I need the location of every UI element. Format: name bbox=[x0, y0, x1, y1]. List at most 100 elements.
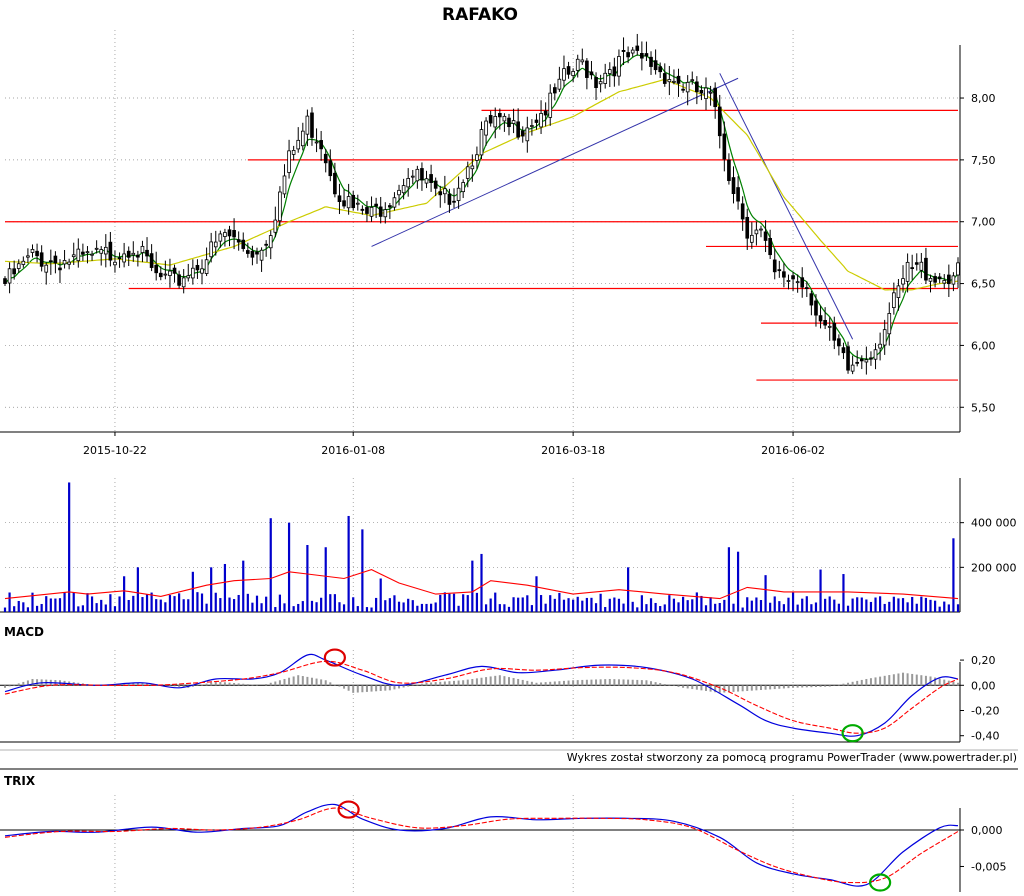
macd-histogram-bar bbox=[773, 685, 776, 690]
candle-body bbox=[342, 200, 346, 207]
volume-bar bbox=[260, 603, 263, 612]
volume-bar bbox=[365, 607, 369, 612]
volume-bar bbox=[801, 598, 804, 612]
volume-bar bbox=[269, 518, 272, 612]
macd-histogram-bar bbox=[292, 676, 295, 686]
candle-body bbox=[800, 277, 805, 288]
volume-bar bbox=[503, 604, 506, 612]
macd-histogram-bar bbox=[384, 685, 387, 691]
volume-bar bbox=[251, 602, 254, 612]
macd-histogram-bar bbox=[672, 685, 675, 686]
volume-bar bbox=[924, 597, 928, 612]
candle-body bbox=[882, 329, 887, 346]
volume-bar bbox=[649, 598, 653, 612]
macd-panel: MACD 0,20 0,00 -0,20 -0,40 bbox=[0, 625, 1018, 770]
macd-histogram-bar bbox=[654, 682, 657, 686]
macd-histogram-bar bbox=[617, 679, 620, 686]
volume-bar bbox=[265, 596, 268, 612]
y-tick-label: 0,00 bbox=[971, 679, 996, 692]
macd-histogram-bar bbox=[448, 681, 451, 686]
candle-body bbox=[525, 127, 530, 142]
candle-body bbox=[479, 129, 484, 156]
candle-body bbox=[850, 364, 855, 372]
candle-body bbox=[305, 115, 310, 135]
trix-signal-circles bbox=[337, 800, 892, 892]
macd-histogram-bar bbox=[920, 675, 923, 686]
footer-credit: Wykres został stworzony za pomocą progra… bbox=[567, 751, 1017, 764]
candle-body bbox=[443, 188, 447, 195]
macd-histogram-bar bbox=[659, 683, 662, 686]
candle-body bbox=[640, 53, 644, 59]
candle-body bbox=[933, 276, 937, 283]
volume-bar bbox=[466, 595, 469, 612]
volume-bar bbox=[301, 601, 304, 612]
candle-body bbox=[433, 180, 438, 189]
candle-body bbox=[351, 194, 356, 209]
macd-histogram-bar bbox=[393, 685, 396, 690]
macd-histogram-bar bbox=[883, 675, 886, 686]
macd-histogram-bar bbox=[237, 683, 240, 686]
macd-histogram-bar bbox=[498, 675, 501, 686]
candle-body bbox=[539, 112, 543, 128]
candle-body bbox=[255, 251, 259, 255]
candle-body bbox=[919, 261, 924, 271]
price-grid: 2015-10-22 2016-01-08 2016-03-18 2016-06-02 bbox=[0, 30, 960, 457]
candle-body bbox=[319, 140, 323, 150]
volume-bar bbox=[677, 602, 680, 612]
volume-bar bbox=[480, 553, 483, 612]
volume-bar bbox=[123, 576, 126, 612]
volume-bar bbox=[462, 594, 465, 612]
volume-bar bbox=[668, 595, 671, 612]
candle-body bbox=[337, 195, 342, 203]
candle-body bbox=[30, 248, 35, 253]
candle-body bbox=[589, 71, 594, 76]
macd-histogram-bar bbox=[22, 681, 25, 686]
volume-bar bbox=[759, 600, 763, 612]
candle-body bbox=[401, 185, 406, 194]
macd-histogram-bar bbox=[915, 674, 918, 686]
volume-bar bbox=[755, 597, 758, 612]
volume-bar bbox=[718, 603, 721, 612]
candle-body bbox=[814, 300, 818, 316]
candle-body bbox=[250, 250, 255, 258]
candle-body bbox=[488, 115, 493, 124]
macd-histogram-bar bbox=[530, 681, 533, 686]
volume-bar bbox=[530, 605, 533, 612]
volume-bar bbox=[283, 603, 286, 612]
macd-histogram-bar bbox=[219, 681, 222, 686]
volume-bar bbox=[933, 600, 937, 612]
volume-bar bbox=[727, 547, 731, 612]
macd-histogram-bar bbox=[544, 682, 547, 686]
volume-bar bbox=[814, 602, 818, 612]
y-tick-label: 400 000 bbox=[971, 517, 1017, 530]
candle-body bbox=[575, 58, 580, 71]
volume-bar bbox=[26, 607, 30, 612]
macd-histogram-bar bbox=[847, 682, 850, 686]
volume-bar bbox=[35, 605, 39, 612]
macd-histogram-bar bbox=[567, 680, 570, 686]
macd-histogram-bar bbox=[562, 680, 565, 686]
x-tick-label: 2016-01-08 bbox=[321, 444, 385, 457]
volume-bar bbox=[356, 606, 359, 612]
volume-bar bbox=[178, 593, 181, 612]
candle-body bbox=[232, 229, 236, 238]
macd-histogram-bar bbox=[201, 684, 204, 686]
volume-bar bbox=[475, 592, 479, 612]
macd-histogram-bar bbox=[718, 685, 721, 693]
macd-histogram-bar bbox=[265, 684, 268, 686]
volume-bar bbox=[489, 598, 492, 612]
macd-histogram-bar bbox=[494, 675, 497, 686]
candle-body bbox=[246, 250, 250, 254]
macd-histogram-bar bbox=[892, 674, 895, 686]
candle-body bbox=[947, 274, 951, 285]
candle-body bbox=[681, 88, 685, 91]
candle-body bbox=[268, 235, 273, 249]
candle-body bbox=[126, 250, 131, 258]
volume-bar bbox=[420, 603, 424, 612]
macd-histogram-bar bbox=[608, 678, 611, 686]
volume-bar bbox=[691, 599, 694, 612]
volume-bar bbox=[860, 597, 863, 612]
candle-body bbox=[754, 229, 759, 235]
candle-body bbox=[35, 250, 39, 257]
macd-histogram-bar bbox=[759, 685, 762, 691]
